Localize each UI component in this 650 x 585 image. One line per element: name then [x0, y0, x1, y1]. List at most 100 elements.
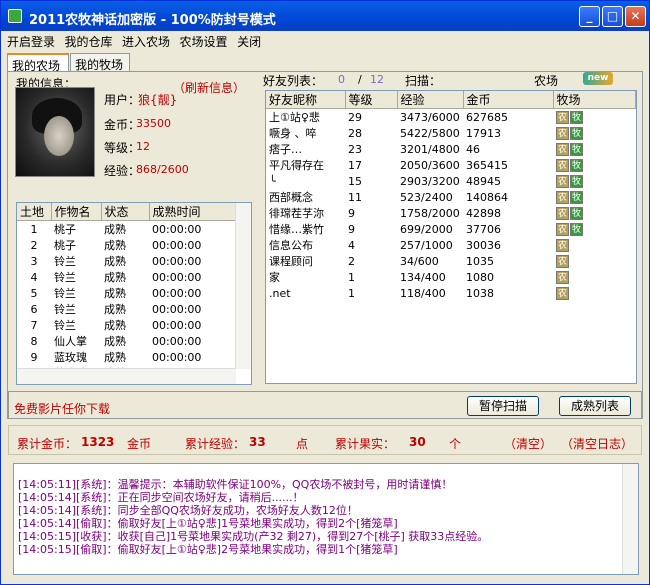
land-cell: 成熟	[104, 319, 126, 332]
menu-bar: 开启登录 我的仓库 进入农场 农场设置 关闭	[1, 31, 649, 49]
log-line: [14:05:15][偷取]：偷取好友[上①站♀悲]2号菜地果实成功，得到1个[…	[18, 543, 398, 556]
ranch-icon[interactable]: 牧	[570, 126, 583, 140]
col-friend-gold[interactable]: 金币	[463, 91, 554, 109]
clear-link[interactable]: （清空）	[504, 435, 552, 452]
friend-level-cell: 4	[348, 238, 355, 252]
ranch-icon[interactable]: 牧	[570, 158, 583, 172]
friend-ranch-cell: 农牧	[553, 157, 636, 173]
land-row[interactable]: 5 铃兰 成熟 00:00:00	[17, 285, 251, 301]
friends-count-sep: /	[358, 73, 362, 86]
menu-farm-settings[interactable]: 农场设置	[174, 31, 228, 50]
friend-row[interactable]: 惜缘…紫竹 9 699/2000 37706 农牧	[266, 221, 636, 237]
friend-gold-cell: 365415	[466, 158, 508, 172]
scan-label: 扫描：	[405, 74, 442, 88]
ranch-icon[interactable]: 牧	[570, 142, 583, 156]
total-fruit-label: 累计果实：	[335, 437, 396, 451]
friend-row[interactable]: .net 1 118/400 1038 农	[266, 285, 636, 301]
col-friend-name[interactable]: 好友昵称	[266, 91, 346, 109]
farm-icon[interactable]: 农	[556, 238, 569, 252]
land-row[interactable]: 7 铃兰 成熟 00:00:00	[17, 317, 251, 333]
col-status[interactable]: 状态	[101, 203, 150, 221]
friend-row[interactable]: 信息公布 4 257/1000 30036 农	[266, 237, 636, 253]
land-row[interactable]: 8 仙人掌 成熟 00:00:00	[17, 333, 251, 349]
user-value: 狼{靓}	[138, 93, 178, 107]
land-cell: 成熟	[104, 287, 126, 300]
title-bar[interactable]: 2011农牧神话加密版 - 100%防封号模式 _ □ ✕	[1, 1, 649, 31]
farm-icon[interactable]: 农	[556, 286, 569, 300]
log-panel[interactable]: [14:05:11][系统]：温馨提示：本辅助软件保证100%，QQ农场不被封号…	[13, 463, 639, 575]
land-grid-vscroll[interactable]	[235, 203, 251, 369]
farm-icon[interactable]: 农	[556, 190, 569, 204]
friend-row[interactable]: 家 1 134/400 1080 农	[266, 269, 636, 285]
land-cell: 1	[30, 222, 38, 236]
ranch-icon[interactable]: 牧	[570, 110, 583, 124]
land-row[interactable]: 9 蓝玫瑰 成熟 00:00:00	[17, 349, 251, 365]
friend-name-cell: 平凡得存在	[269, 159, 324, 172]
farm-icon[interactable]: 农	[556, 222, 569, 236]
land-cell: 铃兰	[54, 255, 76, 268]
friend-exp-cell: 699/2000	[400, 222, 453, 236]
farm-icon[interactable]: 农	[556, 126, 569, 140]
friend-row[interactable]: 痞子… 23 3201/4800 46 农牧	[266, 141, 636, 157]
tab-my-ranch[interactable]: 我的牧场	[70, 53, 130, 72]
menu-start-login[interactable]: 开启登录	[1, 31, 55, 50]
ranch-icon[interactable]: 牧	[570, 206, 583, 220]
close-icon[interactable]: ✕	[625, 6, 646, 27]
friend-row[interactable]: ╰ 15 2903/3200 48945 农牧	[266, 173, 636, 189]
maximize-icon[interactable]: □	[602, 6, 623, 27]
land-cell: 9	[30, 350, 38, 364]
pause-scan-button[interactable]: 暂停扫描	[467, 396, 539, 416]
friend-ranch-cell: 农	[553, 237, 636, 253]
col-friend-exp[interactable]: 经验	[397, 91, 464, 109]
friend-name-cell: 痞子…	[269, 143, 302, 156]
ranch-icon[interactable]: 牧	[570, 174, 583, 188]
friend-ranch-cell: 农牧	[553, 205, 636, 221]
land-row[interactable]: 4 铃兰 成熟 00:00:00	[17, 269, 251, 285]
col-friend-level[interactable]: 等级	[345, 91, 398, 109]
friend-row[interactable]: 西部概念 11 523/2400 140864 农牧	[266, 189, 636, 205]
farm-label: 农场	[534, 74, 559, 88]
land-grid-hscroll[interactable]	[17, 368, 236, 384]
friend-row[interactable]: 平凡得存在 17 2050/3600 365415 农牧	[266, 157, 636, 173]
col-friend-ranch[interactable]: 牧场	[553, 91, 636, 109]
log-vscroll[interactable]	[622, 464, 638, 574]
menu-warehouse[interactable]: 我的仓库	[59, 31, 113, 50]
land-cell: 蓝玫瑰	[54, 351, 87, 364]
land-row[interactable]: 2 桃子 成熟 00:00:00	[17, 237, 251, 253]
tab-my-farm[interactable]: 我的农场	[7, 53, 69, 73]
minimize-icon[interactable]: _	[579, 6, 600, 27]
land-row[interactable]: 1 桃子 成熟 00:00:00	[17, 221, 251, 238]
friend-gold-cell: 1035	[466, 254, 494, 268]
land-cell: 铃兰	[54, 319, 76, 332]
friend-name-cell: ╰	[269, 174, 276, 188]
menu-close[interactable]: 关闭	[231, 31, 261, 50]
total-fruit-value: 30	[409, 435, 426, 449]
farm-icon[interactable]: 农	[556, 206, 569, 220]
friend-row[interactable]: 徘瑺茬芓沵 9 1758/2000 42898 农牧	[266, 205, 636, 221]
land-row[interactable]: 6 铃兰 成熟 00:00:00	[17, 301, 251, 317]
total-fruit-unit: 个	[449, 437, 462, 451]
farm-icon[interactable]: 农	[556, 110, 569, 124]
clear-log-link[interactable]: （清空日志）	[561, 435, 633, 452]
friend-name-cell: 惜缘…紫竹	[269, 223, 324, 236]
menu-enter-farm[interactable]: 进入农场	[116, 31, 170, 50]
land-row[interactable]: 3 铃兰 成熟 00:00:00	[17, 253, 251, 269]
land-cell: 8	[30, 334, 38, 348]
refresh-info-link[interactable]: （刷新信息）	[173, 79, 245, 96]
friend-exp-cell: 3473/6000	[400, 110, 460, 124]
farm-icon[interactable]: 农	[556, 254, 569, 268]
friend-row[interactable]: 课程顾问 2 34/600 1035 农	[266, 253, 636, 269]
download-link[interactable]: 免费影片任你下载	[14, 400, 110, 417]
col-crop[interactable]: 作物名	[51, 203, 102, 221]
mature-list-button[interactable]: 成熟列表	[559, 396, 631, 416]
ranch-icon[interactable]: 牧	[570, 190, 583, 204]
col-land[interactable]: 土地	[17, 203, 52, 221]
ranch-icon[interactable]: 牧	[570, 222, 583, 236]
farm-icon[interactable]: 农	[556, 270, 569, 284]
farm-icon[interactable]: 农	[556, 142, 569, 156]
farm-icon[interactable]: 农	[556, 174, 569, 188]
land-cell: 5	[30, 286, 38, 300]
farm-icon[interactable]: 农	[556, 158, 569, 172]
friend-row[interactable]: 噘身 、啐 28 5422/5800 17913 农牧	[266, 125, 636, 141]
friend-row[interactable]: 上①站♀悲 29 3473/6000 627685 农牧	[266, 109, 636, 126]
